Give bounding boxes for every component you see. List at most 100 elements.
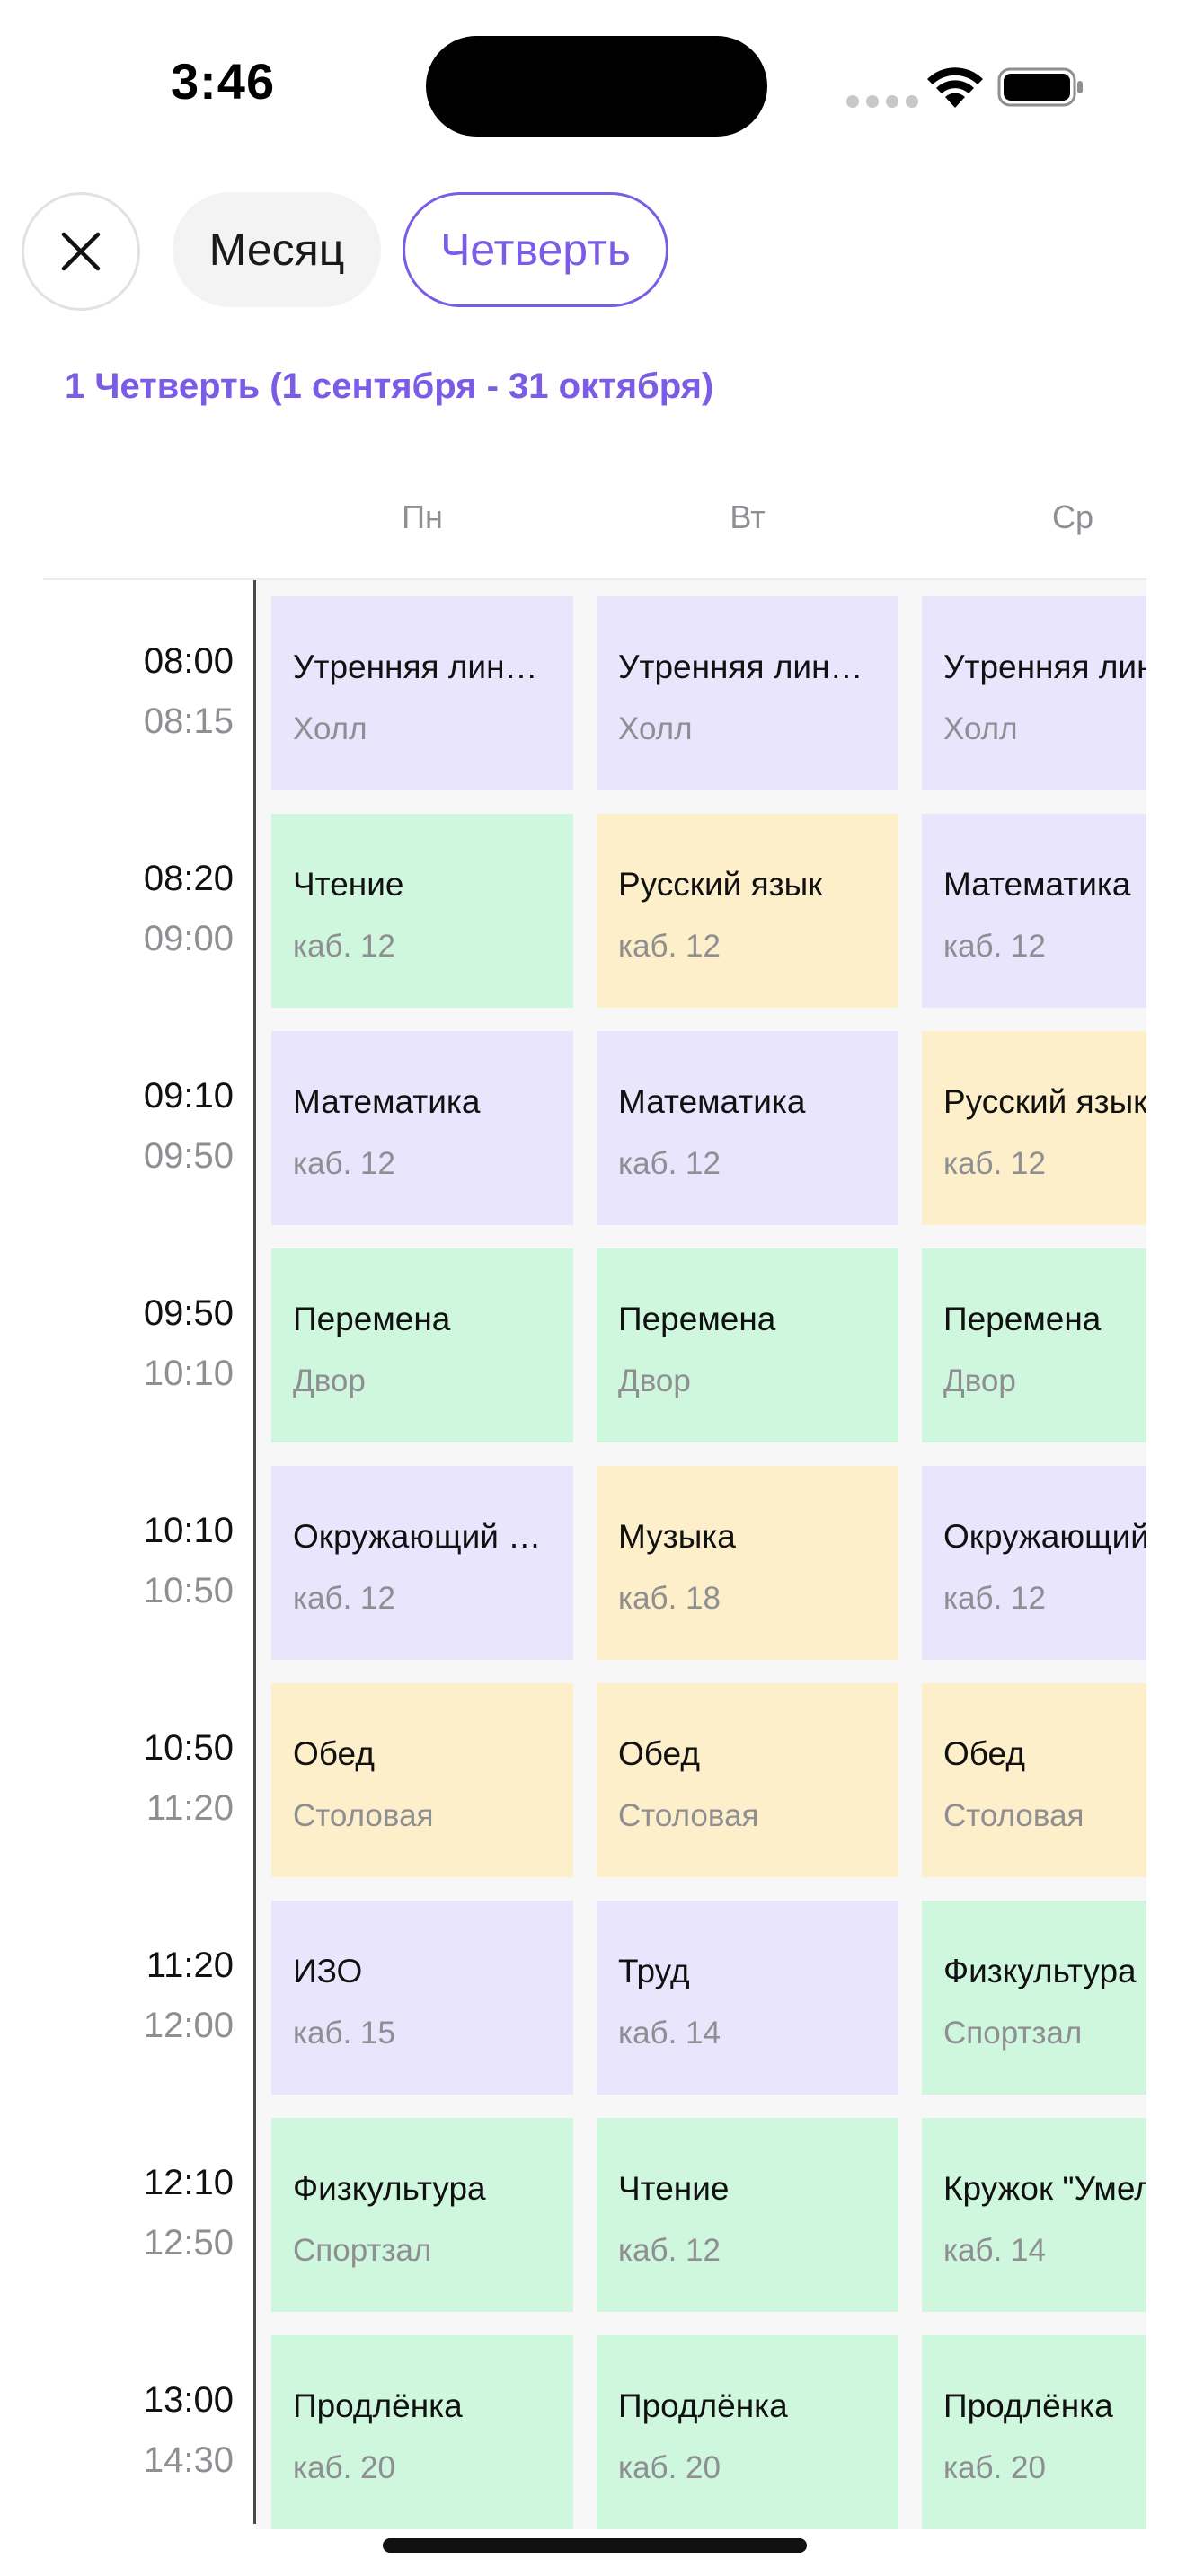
time-slot: 11:20 12:00 [54, 1945, 234, 2046]
lesson-card[interactable]: Продлёнка каб. 20 [271, 2335, 573, 2529]
time-end: 12:00 [143, 2006, 234, 2045]
lesson-title: Математика [943, 866, 1131, 903]
time-slot: 09:50 10:10 [54, 1293, 234, 1394]
lesson-room: каб. 14 [618, 2016, 721, 2051]
time-start: 13:00 [143, 2380, 234, 2420]
lesson-card[interactable]: Обед Столовая [271, 1683, 573, 1877]
lesson-title: Математика [293, 1083, 481, 1120]
lesson-room: каб. 20 [293, 2450, 395, 2485]
day-header: Пн [402, 498, 443, 535]
lesson-card[interactable]: Чтение каб. 12 [271, 814, 573, 1008]
time-start: 11:20 [146, 1945, 234, 1985]
lesson-card[interactable]: Утренняя линейка Холл [271, 596, 573, 790]
lesson-card[interactable]: Перемена Двор [597, 1248, 898, 1442]
lesson-room: каб. 12 [293, 929, 395, 964]
time-axis-line [253, 580, 256, 2524]
time-start: 08:20 [143, 859, 234, 898]
lesson-room: каб. 12 [293, 1581, 395, 1616]
lesson-title: Физкультура [943, 1953, 1137, 1989]
day-header: Вт [730, 498, 766, 535]
lesson-card[interactable]: Труд каб. 14 [597, 1901, 898, 2095]
lesson-card[interactable]: Математика каб. 12 [597, 1031, 898, 1225]
lesson-title: Чтение [293, 866, 404, 903]
lesson-title: Утренняя линейка [293, 648, 552, 685]
lesson-card[interactable]: Обед Столовая [922, 1683, 1146, 1877]
lesson-room: Холл [293, 711, 367, 746]
lesson-room: каб. 18 [618, 1581, 721, 1616]
time-slot: 08:00 08:15 [54, 641, 234, 742]
header-divider [43, 578, 1146, 580]
lesson-card[interactable]: Обед Столовая [597, 1683, 898, 1877]
lesson-title: Физкультура [293, 2170, 486, 2207]
schedule-grid[interactable]: Пн Вт Ср 08:00 08:15 Утренняя линейка Холл Утре… [0, 467, 1146, 2533]
time-start: 10:10 [143, 1511, 234, 1550]
lesson-title: Русский язык [618, 866, 823, 903]
lesson-room: Двор [618, 1363, 691, 1398]
lesson-title: Перемена [943, 1301, 1102, 1337]
time-slot: 09:10 09:50 [54, 1076, 234, 1177]
lesson-card[interactable]: Музыка каб. 18 [597, 1466, 898, 1660]
lesson-title: Кружок "Умелые руки" [943, 2170, 1146, 2207]
lesson-card[interactable]: ИЗО каб. 15 [271, 1901, 573, 2095]
lesson-card[interactable]: Перемена Двор [922, 1248, 1146, 1442]
wifi-icon [927, 67, 983, 108]
time-start: 12:10 [143, 2163, 234, 2202]
lesson-room: каб. 14 [943, 2233, 1046, 2268]
time-start: 10:50 [143, 1728, 234, 1768]
status-time: 3:46 [171, 53, 276, 110]
close-button[interactable] [22, 192, 140, 311]
lesson-room: каб. 20 [943, 2450, 1046, 2485]
lesson-title: Продлёнка [618, 2387, 788, 2424]
lesson-title: Чтение [618, 2170, 730, 2207]
dynamic-island [426, 36, 767, 137]
lesson-title: Математика [618, 1083, 806, 1120]
lesson-card[interactable]: Русский язык каб. 12 [922, 1031, 1146, 1225]
lesson-room: каб. 12 [943, 1581, 1046, 1616]
lesson-card[interactable]: Кружок "Умелые руки" каб. 14 [922, 2118, 1146, 2312]
lesson-card[interactable]: Утренняя линейка Холл [922, 596, 1146, 790]
lesson-room: Спортзал [943, 2016, 1083, 2051]
lesson-room: каб. 12 [943, 929, 1046, 964]
time-end: 10:50 [143, 1571, 234, 1610]
lesson-card[interactable]: Русский язык каб. 12 [597, 814, 898, 1008]
time-end: 12:50 [143, 2223, 234, 2263]
lesson-card[interactable]: Перемена Двор [271, 1248, 573, 1442]
time-slot: 10:50 11:20 [54, 1728, 234, 1829]
lesson-card[interactable]: Математика каб. 12 [271, 1031, 573, 1225]
lesson-room: каб. 12 [618, 929, 721, 964]
lesson-title: Продлёнка [293, 2387, 463, 2424]
lesson-card[interactable]: Утренняя линейка Холл [597, 596, 898, 790]
time-end: 14:30 [143, 2440, 234, 2480]
filter-quarter-chip[interactable]: Четверть [403, 192, 668, 307]
lesson-card[interactable]: Чтение каб. 12 [597, 2118, 898, 2312]
lesson-room: Столовая [293, 1798, 434, 1833]
cellular-signal-icon [846, 95, 918, 108]
time-slot: 08:20 09:00 [54, 859, 234, 959]
lesson-title: Обед [943, 1735, 1025, 1772]
close-icon [61, 232, 101, 271]
lesson-card[interactable]: Окружающий мир каб. 12 [922, 1466, 1146, 1660]
lesson-card[interactable]: Продлёнка каб. 20 [597, 2335, 898, 2529]
lesson-card[interactable]: Окружающий мир каб. 12 [271, 1466, 573, 1660]
lesson-room: каб. 12 [618, 2233, 721, 2268]
status-bar: 3:46 [0, 0, 1186, 171]
lesson-room: Двор [293, 1363, 366, 1398]
time-end: 11:20 [146, 1788, 234, 1828]
lesson-room: каб. 20 [618, 2450, 721, 2485]
lesson-card[interactable]: Продлёнка каб. 20 [922, 2335, 1146, 2529]
quarter-title: 1 Четверть (1 сентября - 31 октября) [65, 366, 714, 406]
time-start: 08:00 [143, 641, 234, 681]
time-start: 09:50 [143, 1293, 234, 1333]
time-end: 08:15 [143, 701, 234, 741]
lesson-title: Окружающий мир [293, 1518, 552, 1555]
filter-month-chip[interactable]: Месяц [173, 192, 381, 307]
day-header: Ср [1051, 498, 1094, 535]
lesson-title: Русский язык [943, 1083, 1146, 1120]
lesson-title: Обед [618, 1735, 700, 1772]
lesson-card[interactable]: Физкультура Спортзал [922, 1901, 1146, 2095]
lesson-card[interactable]: Физкультура Спортзал [271, 2118, 573, 2312]
lesson-room: каб. 12 [293, 1146, 395, 1181]
lesson-card[interactable]: Математика каб. 12 [922, 814, 1146, 1008]
home-indicator[interactable] [383, 2538, 807, 2553]
lesson-room: Столовая [943, 1798, 1084, 1833]
